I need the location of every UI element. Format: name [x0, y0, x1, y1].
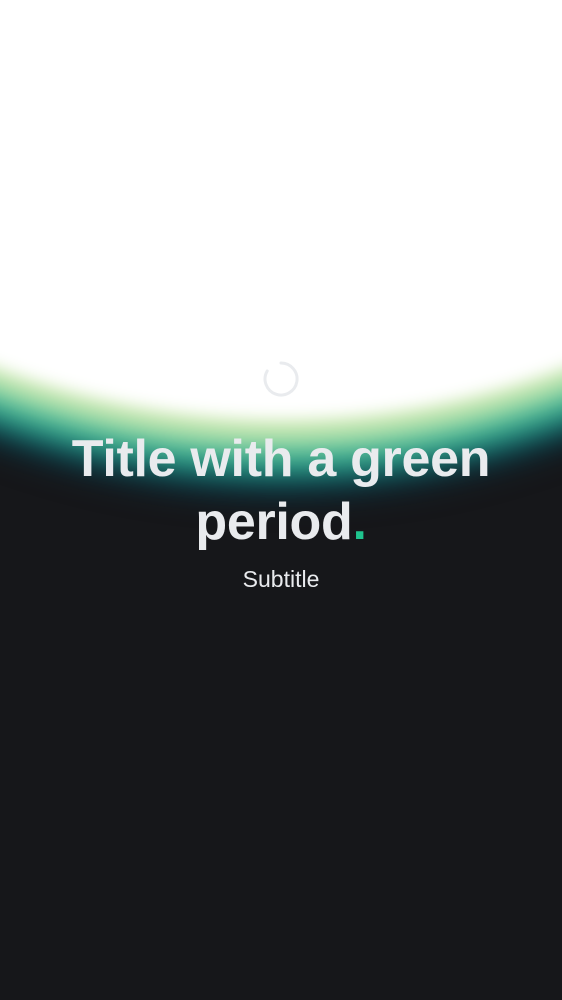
screen: Title with a green period. Subtitle — [0, 0, 562, 1000]
page-title: Title with a green period. — [51, 428, 511, 554]
main-content: Title with a green period. Subtitle — [0, 360, 562, 594]
title-period: . — [352, 493, 367, 551]
page-subtitle: Subtitle — [242, 566, 320, 592]
spinner-icon — [263, 361, 299, 397]
title-text: Title with a green period — [71, 430, 491, 551]
top-glow — [0, 0, 562, 420]
